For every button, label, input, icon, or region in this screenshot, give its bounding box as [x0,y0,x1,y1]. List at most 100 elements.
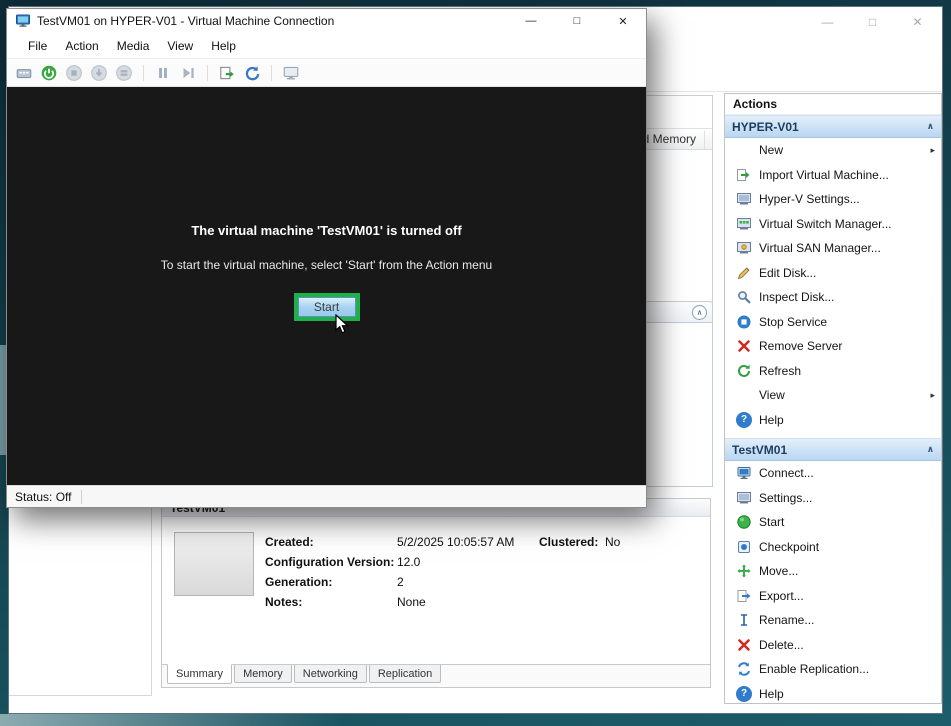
chevron-up-icon: ∧ [697,308,703,317]
vm-window-titlebar[interactable]: TestVM01 on HYPER-V01 - Virtual Machine … [7,9,646,33]
action-start[interactable]: Start [725,510,941,535]
detail-row-created: Created: 5/2/2025 10:05:57 AM [265,535,514,549]
detail-value: No [605,535,620,549]
action-label: Remove Server [759,339,842,353]
action-label: Help [759,687,784,701]
revert-icon[interactable] [243,64,261,82]
vm-off-heading: The virtual machine 'TestVM01' is turned… [7,223,646,238]
manager-maximize-button[interactable]: □ [850,9,895,35]
section-header-label: HYPER-V01 [732,120,799,134]
connect-monitor-icon [736,465,752,481]
section-header-testvm01[interactable]: TestVM01 ∧ [725,438,941,461]
save-state-icon[interactable] [115,64,133,82]
magnifier-icon [736,289,752,305]
action-stop-service[interactable]: Stop Service [725,310,941,335]
action-label: Edit Disk... [759,266,816,280]
actions-panel: Actions HYPER-V01 ∧ New ▸ Import Virtual… [724,93,942,704]
action-label: Refresh [759,364,801,378]
turn-off-icon[interactable] [65,64,83,82]
action-checkpoint[interactable]: Checkpoint [725,535,941,560]
manager-close-button[interactable]: ✕ [895,9,940,35]
menu-help[interactable]: Help [202,33,245,58]
power-on-icon[interactable] [40,64,58,82]
action-connect[interactable]: Connect... [725,461,941,486]
details-tab-strip: Summary Memory Networking Replication [162,664,710,687]
submenu-arrow-icon: ▸ [930,390,935,401]
action-help-server[interactable]: ? Help [725,408,941,433]
action-settings[interactable]: Settings... [725,486,941,511]
vm-maximize-button[interactable]: □ [554,9,600,33]
section-header-hyperv01[interactable]: HYPER-V01 ∧ [725,115,941,138]
action-help-vm[interactable]: ? Help [725,682,941,705]
action-label: Virtual SAN Manager... [759,241,881,255]
enhanced-session-icon[interactable] [282,64,300,82]
vm-close-button[interactable]: ✕ [600,9,646,33]
manager-minimize-button[interactable]: — [805,9,850,35]
edit-pencil-icon [736,265,752,281]
action-hyperv-settings[interactable]: Hyper-V Settings... [725,187,941,212]
action-remove-server[interactable]: Remove Server [725,334,941,359]
ctrl-alt-del-icon[interactable] [15,64,33,82]
action-virtual-switch-manager[interactable]: Virtual Switch Manager... [725,212,941,237]
collapse-section-icon: ∧ [927,121,934,132]
action-label: Move... [759,564,798,578]
detail-row-generation: Generation: 2 [265,575,404,589]
column-header-label: d Memory [643,132,696,146]
action-label: Help [759,413,784,427]
help-icon: ? [736,686,752,702]
action-edit-disk[interactable]: Edit Disk... [725,261,941,286]
action-enable-replication[interactable]: Enable Replication... [725,657,941,682]
action-label: Import Virtual Machine... [759,168,889,182]
menu-view[interactable]: View [158,33,202,58]
action-export[interactable]: Export... [725,584,941,609]
refresh-icon [736,363,752,379]
settings-board-icon [736,490,752,506]
menu-file[interactable]: File [19,33,56,58]
checkpoint-toolbar-icon[interactable] [218,64,236,82]
action-label: Start [759,515,784,529]
vm-window-controls: — □ ✕ [508,9,646,33]
vm-minimize-button[interactable]: — [508,9,554,33]
action-label: Hyper-V Settings... [759,192,860,206]
menu-media[interactable]: Media [108,33,159,58]
action-virtual-san-manager[interactable]: Virtual SAN Manager... [725,236,941,261]
detail-value: 12.0 [397,555,420,569]
action-rename[interactable]: Rename... [725,608,941,633]
action-label: New [759,143,783,157]
tab-memory[interactable]: Memory [234,665,292,683]
help-icon: ? [736,412,752,428]
vm-statusbar: Status: Off [7,485,646,507]
shut-down-icon[interactable] [90,64,108,82]
statusbar-divider [81,490,82,504]
menu-action[interactable]: Action [56,33,107,58]
action-new[interactable]: New ▸ [725,138,941,163]
action-label: Enable Replication... [759,662,869,676]
red-x-icon [736,338,752,354]
step-icon[interactable] [179,64,197,82]
toolbar-divider [207,65,208,81]
red-x-icon [736,637,752,653]
action-label: Settings... [759,491,812,505]
submenu-arrow-icon: ▸ [930,145,935,156]
action-move[interactable]: Move... [725,559,941,584]
action-view[interactable]: View ▸ [725,383,941,408]
action-label: Virtual Switch Manager... [759,217,892,231]
tab-networking[interactable]: Networking [294,665,367,683]
action-delete[interactable]: Delete... [725,633,941,658]
start-orb-icon [736,514,752,530]
collapse-checkpoints-button[interactable]: ∧ [692,305,707,320]
action-refresh[interactable]: Refresh [725,359,941,384]
rename-ibeam-icon [736,612,752,628]
action-label: Stop Service [759,315,827,329]
vm-thumbnail[interactable] [174,532,254,596]
column-divider [704,131,705,149]
action-import-virtual-machine[interactable]: Import Virtual Machine... [725,163,941,188]
action-inspect-disk[interactable]: Inspect Disk... [725,285,941,310]
action-label: Checkpoint [759,540,819,554]
detail-value: 5/2/2025 10:05:57 AM [397,535,514,549]
tab-summary[interactable]: Summary [167,664,232,684]
detail-label: Created: [265,535,397,549]
tab-replication[interactable]: Replication [369,665,441,683]
pause-icon[interactable] [154,64,172,82]
detail-row-notes: Notes: None [265,595,426,609]
